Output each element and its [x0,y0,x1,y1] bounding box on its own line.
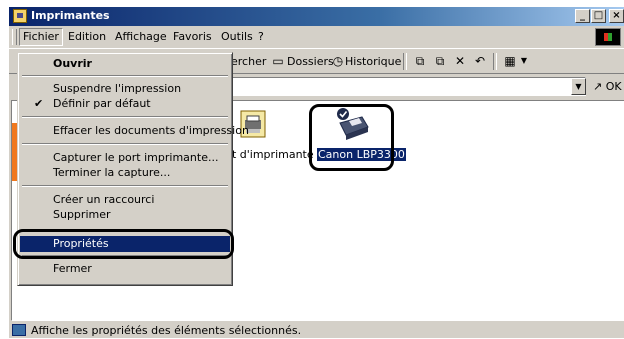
title-bar[interactable]: Imprimantes _ □ × [9,7,624,26]
windows-logo-icon [595,28,621,46]
menu-bar: Fichier Edition Affichage Favoris Outils… [9,27,624,47]
menu-item-effacer[interactable]: Effacer les documents d'impression [20,123,249,139]
menu-item-definir-defaut-label: Définir par défaut [53,97,151,110]
minimize-button[interactable]: _ [575,9,590,23]
menu-affichage-label: Affichage [115,30,167,43]
menu-separator [22,143,228,145]
menu-separator [22,116,228,118]
window-title: Imprimantes [31,9,110,22]
menu-item-terminer[interactable]: Terminer la capture... [20,165,230,181]
menu-separator [22,75,228,77]
callout-ring-printer [309,104,394,171]
views-icon[interactable]: ▦ [503,54,517,68]
callout-ring-properties [13,229,234,259]
explorer-window: Imprimantes _ □ × Fichier Edition Affich… [8,6,624,338]
toolbar-separator [493,53,497,70]
menu-item-supprimer[interactable]: Supprimer [20,207,230,223]
menu-item-capturer[interactable]: Capturer le port imprimante... [20,150,230,166]
menu-item-raccourci[interactable]: Créer un raccourci [20,192,230,208]
menu-outils-label: Outils [221,30,253,43]
menu-fichier-label: Fichier [23,30,59,43]
menu-item-definir-defaut[interactable]: ✔ Définir par défaut [20,96,230,112]
copy-to-icon[interactable]: ⧉ [433,54,447,68]
address-dropdown-icon[interactable]: ▼ [571,78,586,95]
status-text: Affiche les propriétés des éléments séle… [31,324,302,337]
menu-affichage[interactable]: Affichage [112,29,170,45]
close-button[interactable]: × [609,9,624,23]
go-label: OK [605,80,622,93]
menu-item-fermer[interactable]: Fermer [20,261,230,277]
status-bar: Affiche les propriétés des éléments séle… [9,323,624,339]
go-button[interactable]: ↗ OK [593,80,622,93]
undo-icon[interactable]: ↶ [473,54,487,68]
folders-button[interactable]: Dossiers [287,55,334,68]
delete-icon[interactable]: ✕ [453,54,467,68]
move-to-icon[interactable]: ⧉ [413,54,427,68]
go-arrow-icon: ↗ [593,80,603,93]
add-printer-label[interactable]: ut d'imprimante [225,148,314,161]
folders-icon[interactable]: ▭ [271,54,285,68]
menu-favoris-label: Favoris [173,30,212,43]
history-icon[interactable]: ◷ [331,54,345,68]
views-dropdown-icon[interactable]: ▼ [517,54,531,68]
maximize-button[interactable]: □ [591,9,606,23]
menubar-grip[interactable] [12,29,17,45]
menu-edition-label: Edition [68,30,107,43]
menu-help-label: ? [258,30,264,43]
search-button-label[interactable]: ercher [231,55,266,68]
menu-fichier[interactable]: Fichier [19,28,63,46]
menu-item-suspendre[interactable]: Suspendre l'impression [20,81,230,97]
printers-folder-icon [13,9,27,23]
toolbar-separator [403,53,407,70]
menu-favoris[interactable]: Favoris [170,29,215,45]
menu-separator [22,185,228,187]
menu-edition[interactable]: Edition [65,29,109,45]
address-input[interactable] [224,77,586,96]
check-icon: ✔ [34,97,44,110]
history-button[interactable]: Historique [345,55,401,68]
menu-item-ouvrir[interactable]: Ouvrir [20,56,230,72]
menu-help[interactable]: ? [255,29,267,45]
status-monitor-icon [12,324,26,336]
menu-outils[interactable]: Outils [218,29,256,45]
